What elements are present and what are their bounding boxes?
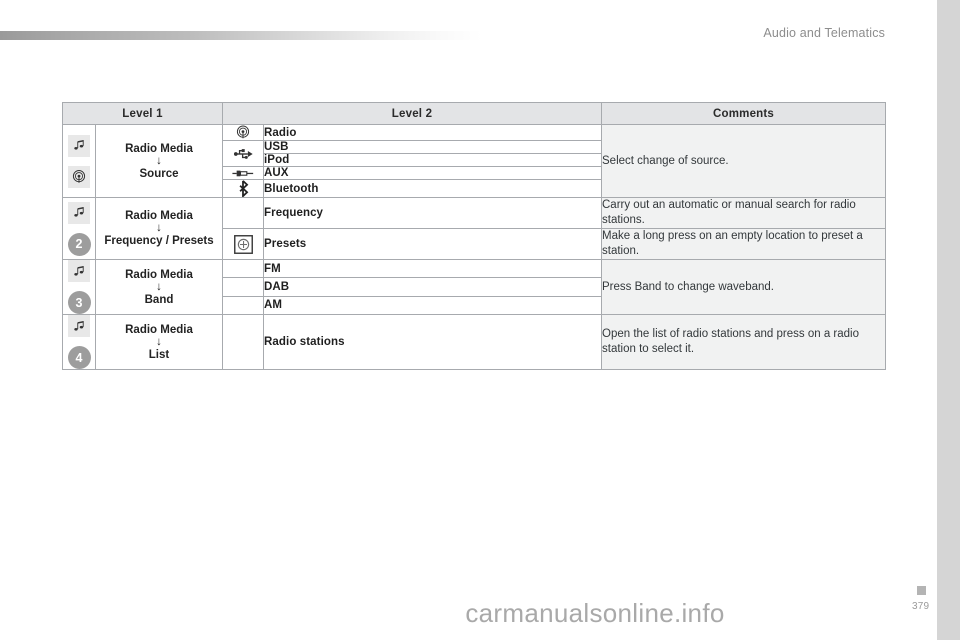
music-note-icon [68,260,90,282]
header-gradient-bar [0,31,482,40]
table-header-row: Level 1 Level 2 Comments [62,102,886,125]
column-header-comments: Comments [601,102,886,125]
radio-antenna-icon [68,165,90,188]
menu-structure-table: Level 1 Level 2 Comments Radio Media ↓ S… [62,102,886,370]
level2-label-radio-stations[interactable]: Radio stations [263,314,602,370]
comment-cell-band: Press Band to change waveband. [601,259,886,315]
usb-icon [223,147,263,161]
step-badge-4: 4 [67,346,91,369]
comment-cell-presets: Make a long press on an empty location t… [601,228,886,260]
level1-top-label: Radio Media [125,268,193,281]
level2-label-fm[interactable]: FM [263,258,602,279]
level2-label-aux[interactable]: AUX [263,166,602,180]
table-row: 3 Radio Media ↓ Band FM Press Band to ch… [62,258,886,315]
arrow-down-icon: ↓ [156,280,162,293]
preset-plus-icon [223,234,263,254]
level1-bottom-label: List [148,348,170,361]
level2-icon-cell [222,228,264,260]
level2-label-am[interactable]: AM [263,295,602,316]
level2-label-ipod[interactable]: iPod [263,153,602,167]
level1-cell: Radio Media ↓ Frequency / Presets [95,197,223,260]
arrow-down-icon: ↓ [156,335,162,348]
level2-icon-cell-empty [222,277,264,297]
level2-label-bluetooth[interactable]: Bluetooth [263,179,602,198]
table-row: 4 Radio Media ↓ List Radio stations Open… [62,314,886,370]
watermark-text: carmanualsonline.info [465,598,725,628]
level2-label-usb[interactable]: USB [263,140,602,154]
page-number: 379 [912,601,930,612]
level1-cell: Radio Media ↓ Band [95,259,223,315]
level2-label-dab[interactable]: DAB [263,277,602,297]
row-icons-cell: 2 [62,197,96,260]
music-note-icon [68,134,90,157]
level2-icon-cell [222,140,264,167]
bluetooth-icon [223,180,263,197]
column-header-level2: Level 2 [222,102,602,125]
level1-bottom-label: Source [139,167,179,180]
level2-icon-cell [222,166,264,180]
level2-icon-cell-empty [222,258,264,279]
comment-cell-frequency: Carry out an automatic or manual search … [601,197,886,229]
level2-icon-cell-empty [222,197,264,229]
level2-label-frequency[interactable]: Frequency [263,197,602,229]
page-title: Audio and Telematics [763,26,885,40]
level1-cell: Radio Media ↓ Source [95,124,223,198]
comment-cell-source: Select change of source. [601,124,886,198]
arrow-down-icon: ↓ [156,154,162,167]
step-badge-3: 3 [67,291,91,314]
arrow-down-icon: ↓ [156,222,162,234]
row-icons-cell: 4 [62,314,96,370]
aux-jack-icon [223,168,263,179]
level1-top-label: Radio Media [125,323,193,336]
comment-cell-list: Open the list of radio stations and pres… [601,314,886,370]
music-note-icon [68,315,90,337]
level2-label-presets[interactable]: Presets [263,228,602,260]
row-icons-cell [62,124,96,198]
page-root: Audio and Telematics Level 1 Level 2 Com… [0,0,960,640]
table-row: Radio Media ↓ Source Radio Select change… [62,124,886,198]
column-header-level1: Level 1 [62,102,223,125]
row-icons-cell: 3 [62,259,96,315]
music-note-icon [68,201,90,224]
radio-antenna-icon [223,125,263,140]
page-edge-strip [937,0,960,640]
footer-marker-square [917,586,926,595]
level1-bottom-label: Band [144,293,174,306]
level1-top-label: Radio Media [125,210,193,222]
level2-icon-cell [222,179,264,198]
level1-cell: Radio Media ↓ List [95,314,223,370]
level2-icon-cell-empty [222,295,264,316]
level1-top-label: Radio Media [125,142,193,155]
level2-label-radio[interactable]: Radio [263,124,602,141]
level2-icon-cell-empty [222,314,264,370]
table-row: 2 Radio Media ↓ Frequency / Presets Freq… [62,197,886,260]
level1-bottom-label: Frequency / Presets [104,235,214,247]
level2-icon-cell [222,124,264,141]
step-badge-2: 2 [67,232,91,256]
